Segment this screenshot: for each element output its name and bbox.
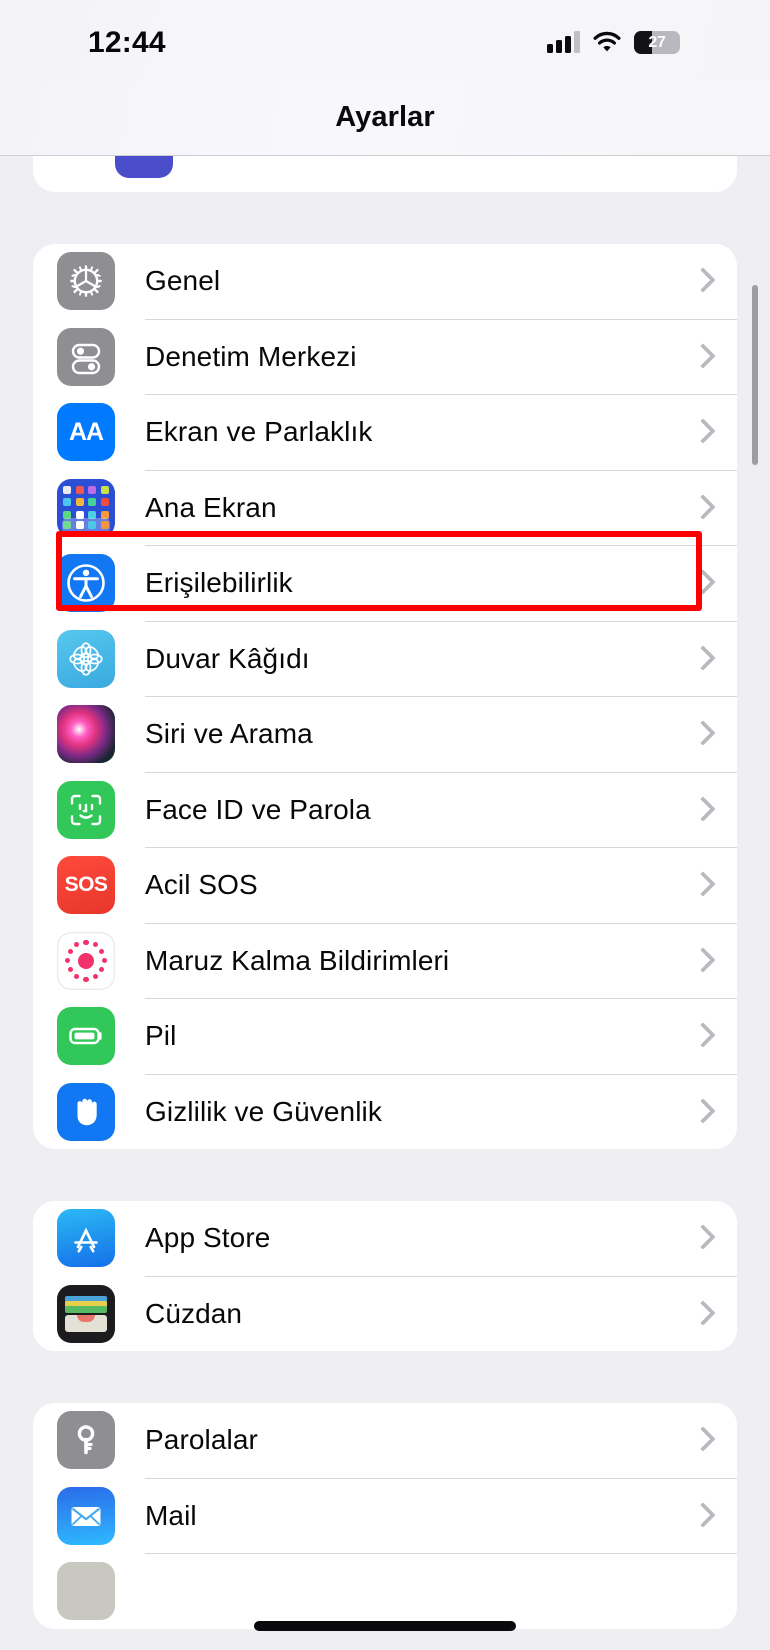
chevron-right-icon	[693, 495, 707, 521]
settings-row-label: Parolalar	[145, 1424, 258, 1456]
accessibility-icon	[57, 554, 115, 613]
settings-row-erisilebilirlik[interactable]: Erişilebilirlik	[33, 546, 737, 621]
home-indicator[interactable]	[254, 1621, 516, 1631]
battery-icon: 27	[634, 30, 680, 54]
settings-group-cut-top	[33, 156, 737, 192]
vertical-scrollbar[interactable]	[752, 285, 758, 465]
settings-row-duvar-kagidi[interactable]: Duvar Kâğıdı	[33, 622, 737, 697]
settings-row-mail[interactable]: Mail	[33, 1479, 737, 1554]
home-screen-icon	[57, 478, 115, 537]
settings-row-label: App Store	[145, 1222, 271, 1254]
chevron-right-icon	[693, 1023, 707, 1049]
face-id-icon	[57, 780, 115, 839]
dock-strip	[62, 517, 110, 533]
chevron-right-icon	[693, 797, 707, 823]
settings-row-label: Siri ve Arama	[145, 718, 313, 750]
partial-bottom-icon	[57, 1562, 115, 1621]
settings-row-acil-sos[interactable]: SOS Acil SOS	[33, 848, 737, 923]
partial-purple-icon	[115, 156, 173, 178]
cellular-bars-icon	[547, 31, 580, 53]
settings-row-label: Pil	[145, 1020, 177, 1052]
settings-group-store: App Store Cüzdan	[33, 1201, 737, 1351]
chevron-right-icon	[693, 872, 707, 898]
settings-row-parolalar[interactable]: Parolalar	[33, 1403, 737, 1478]
wallpaper-icon	[57, 629, 115, 688]
settings-row-app-store[interactable]: App Store	[33, 1201, 737, 1276]
iphone-settings-screen: Genel Denetim Merkezi AA Ekran ve Parlak…	[0, 0, 770, 1650]
chevron-right-icon	[693, 948, 707, 974]
settings-row-label: Gizlilik ve Güvenlik	[145, 1095, 382, 1127]
chevron-right-icon	[693, 344, 707, 370]
settings-row-ekran-ve-parlaklik[interactable]: AA Ekran ve Parlaklık	[33, 395, 737, 470]
settings-row-denetim-merkezi[interactable]: Denetim Merkezi	[33, 320, 737, 395]
partial-row[interactable]	[33, 156, 737, 192]
settings-row-label: Cüzdan	[145, 1297, 243, 1329]
chevron-right-icon	[693, 419, 707, 445]
battery-percent-label: 27	[648, 33, 666, 51]
wallet-icon	[57, 1284, 115, 1343]
settings-row-label: Acil SOS	[145, 869, 258, 901]
exposure-notifications-icon	[57, 931, 115, 990]
settings-row-ana-ekran[interactable]: Ana Ekran	[33, 471, 737, 546]
settings-row-label: Genel	[145, 265, 221, 297]
settings-row-genel[interactable]: Genel	[33, 244, 737, 319]
settings-row-gizlilik-ve-guvenlik[interactable]: Gizlilik ve Güvenlik	[33, 1075, 737, 1150]
app-store-icon	[57, 1209, 115, 1268]
chevron-right-icon	[693, 1503, 707, 1529]
status-bar: 12:44 27	[0, 0, 770, 80]
passwords-key-icon	[57, 1411, 115, 1470]
settings-row-siri-ve-arama[interactable]: Siri ve Arama	[33, 697, 737, 772]
privacy-hand-icon	[57, 1082, 115, 1141]
chevron-right-icon	[693, 1427, 707, 1453]
settings-row-label: Maruz Kalma Bildirimleri	[145, 944, 450, 976]
status-bar-time: 12:44	[88, 26, 166, 59]
mail-icon	[57, 1486, 115, 1545]
settings-row-cuzdan[interactable]: Cüzdan	[33, 1277, 737, 1352]
siri-icon	[57, 705, 115, 764]
nav-bar: Ayarlar	[0, 80, 770, 156]
settings-row-label: Ana Ekran	[145, 491, 277, 523]
settings-row-pil[interactable]: Pil	[33, 999, 737, 1074]
gear-icon	[57, 252, 115, 311]
chevron-right-icon	[693, 268, 707, 294]
exposure-ring	[65, 939, 107, 982]
chevron-right-icon	[693, 646, 707, 672]
wallet-cards	[65, 1295, 107, 1332]
settings-row-label: Duvar Kâğıdı	[145, 642, 310, 674]
chevron-right-icon	[693, 1099, 707, 1125]
status-bar-indicators: 27	[547, 26, 680, 58]
wifi-icon	[593, 31, 621, 53]
settings-group-system: Genel Denetim Merkezi AA Ekran ve Parlak…	[33, 244, 737, 1149]
page-title: Ayarlar	[335, 101, 435, 133]
display-brightness-icon: AA	[57, 403, 115, 462]
settings-row-partial-bottom[interactable]	[33, 1554, 737, 1629]
chevron-right-icon	[693, 570, 707, 596]
chevron-right-icon	[693, 721, 707, 747]
settings-row-maruz-kalma-bildirimleri[interactable]: Maruz Kalma Bildirimleri	[33, 924, 737, 999]
chevron-right-icon	[693, 1225, 707, 1251]
settings-row-label: Face ID ve Parola	[145, 793, 371, 825]
emergency-sos-icon: SOS	[57, 856, 115, 915]
settings-group-accounts: Parolalar Mail	[33, 1403, 737, 1629]
battery-settings-icon	[57, 1007, 115, 1066]
settings-scroll-view[interactable]: Genel Denetim Merkezi AA Ekran ve Parlak…	[0, 0, 770, 1650]
settings-row-label: Erişilebilirlik	[145, 567, 293, 599]
chevron-right-icon	[693, 1301, 707, 1327]
control-center-icon	[57, 327, 115, 386]
settings-row-face-id-ve-parola[interactable]: Face ID ve Parola	[33, 773, 737, 848]
settings-row-label: Denetim Merkezi	[145, 340, 357, 372]
settings-row-label: Mail	[145, 1499, 197, 1531]
settings-row-label: Ekran ve Parlaklık	[145, 416, 373, 448]
